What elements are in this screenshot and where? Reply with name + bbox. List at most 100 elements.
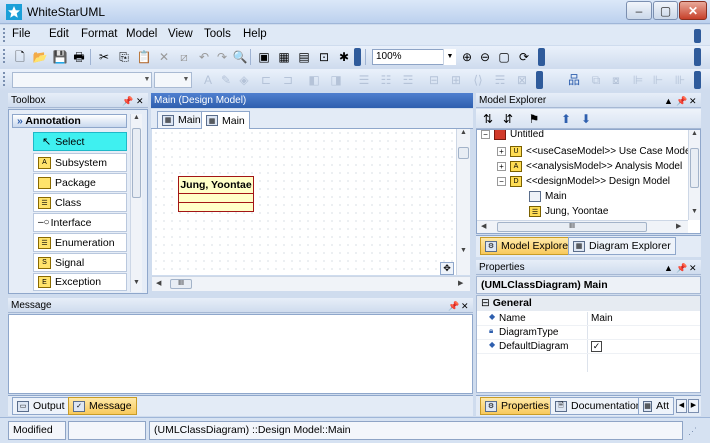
resize-grip-icon[interactable]: ⋰ (688, 426, 697, 437)
chevron-down-icon[interactable]: ▼ (180, 72, 192, 88)
menu-tools[interactable]: Tools (204, 28, 231, 40)
open-folder-icon[interactable]: 📂 (32, 49, 48, 65)
scroll-thumb[interactable] (132, 128, 141, 198)
unknown-icon[interactable]: ⧄ (176, 49, 192, 65)
pin-icon[interactable]: 📌 (676, 261, 687, 276)
tree-hscrollbar[interactable]: ◀ III ▶ (477, 220, 688, 233)
layout-icon[interactable]: ⊫ (630, 72, 646, 88)
tab-main-2[interactable]: ▦ Main (201, 111, 250, 129)
tree-item-design-model[interactable]: − D <<designModel>> Design Model (497, 174, 670, 189)
scroll-left-icon[interactable]: ◀ (481, 222, 486, 230)
diagram-settings-icon[interactable]: ▤ (296, 49, 312, 65)
tree-item-class[interactable]: ☰ Jung, Yoontae (529, 204, 608, 219)
font-combobox[interactable] (12, 72, 152, 88)
toolbar-end[interactable] (354, 48, 361, 66)
new-file-icon[interactable]: 🗋 (12, 49, 28, 65)
layout-icon[interactable]: ⊠ (514, 72, 530, 88)
diagram-icon[interactable]: ▦ (276, 49, 292, 65)
title-bar[interactable]: WhiteStarUML – ▢ ✕ (0, 0, 710, 24)
scroll-thumb[interactable]: III (170, 279, 192, 289)
property-row-name[interactable]: ◆ Name Main (477, 312, 700, 326)
toolbar-overflow[interactable] (694, 71, 701, 89)
zoom-out-icon[interactable]: ⊖ (477, 49, 493, 65)
menu-edit[interactable]: Edit (49, 28, 69, 40)
zoom-in-icon[interactable]: ⊕ (459, 49, 475, 65)
tab-model-explorer[interactable]: ⚙ Model Explorer (480, 237, 577, 255)
menu-grip[interactable] (3, 28, 6, 42)
cut-icon[interactable]: ✂ (96, 49, 112, 65)
sort-asc-icon[interactable]: ⇅ (480, 111, 496, 127)
layout-icon[interactable]: ⧇ (608, 72, 624, 88)
scroll-left-icon[interactable]: ◀ (676, 399, 687, 413)
toolbar-end[interactable] (538, 48, 545, 66)
layout-icon[interactable]: ⊩ (650, 72, 666, 88)
tool-interface[interactable]: –○ Interface (33, 213, 127, 232)
tool-exception[interactable]: E Exception (33, 273, 127, 291)
scroll-down-icon[interactable]: ▼ (691, 208, 698, 215)
layout-icon[interactable]: ⟨⟩ (470, 72, 486, 88)
move-up-icon[interactable]: ⬆ (558, 111, 574, 127)
menubar-overflow[interactable] (694, 29, 701, 43)
toolbox-scrollbar[interactable]: ▲ ▼ (130, 114, 142, 292)
expand-icon[interactable]: + (497, 162, 506, 171)
layout-icon[interactable]: ☰ (356, 72, 372, 88)
scroll-left-icon[interactable]: ◀ (156, 279, 161, 287)
save-icon[interactable]: 💾 (52, 49, 68, 65)
close-icon[interactable]: ✕ (689, 261, 697, 276)
tool-enumeration[interactable]: ☰ Enumeration (33, 233, 127, 252)
tool-subsystem[interactable]: A Subsystem (33, 153, 127, 172)
align-icon[interactable]: ◨ (328, 72, 344, 88)
tab-output[interactable]: ▭ Output (12, 397, 70, 415)
toolbar-end[interactable] (536, 71, 543, 89)
property-row-diagramtype[interactable]: 🔒︎ DiagramType (477, 326, 700, 340)
delete-icon[interactable]: ✕ (156, 49, 172, 65)
menu-format[interactable]: Format (81, 28, 117, 40)
close-icon[interactable]: ✕ (461, 299, 469, 314)
add-diagram-icon[interactable]: ▣ (256, 49, 272, 65)
font-icon[interactable]: A (200, 72, 216, 88)
tab-main-1[interactable]: ▦ Main (157, 111, 206, 128)
layout-icon[interactable]: ☲ (400, 72, 416, 88)
sort-desc-icon[interactable]: ⇵ (500, 111, 516, 127)
chevron-up-icon[interactable]: ▲ (664, 261, 673, 276)
tool-class[interactable]: ☰ Class (33, 193, 127, 212)
fill-icon[interactable]: ◈ (236, 72, 252, 88)
layout-icon[interactable]: ⊟ (426, 72, 442, 88)
pen-icon[interactable]: ✎ (218, 72, 234, 88)
toolbox-category-annotation[interactable]: » Annotation (12, 114, 127, 128)
scroll-up-icon[interactable]: ▲ (131, 114, 142, 121)
tool-package[interactable]: Package (33, 173, 127, 192)
layout-icon[interactable]: ⊞ (448, 72, 464, 88)
tab-attachments[interactable]: ▦ Att (638, 397, 674, 415)
tree-item-main-diagram[interactable]: Main (529, 189, 567, 204)
scroll-down-icon[interactable]: ▼ (460, 247, 467, 254)
toolbar-grip[interactable] (3, 72, 6, 86)
default-diagram-checkbox[interactable]: ✓ (591, 341, 602, 352)
line-style-icon[interactable]: ⊏ (258, 72, 274, 88)
tab-documentation[interactable]: 🗎 Documentation (550, 397, 647, 415)
tab-diagram-explorer[interactable]: ▦ Diagram Explorer (568, 237, 676, 255)
toolbar-overflow[interactable] (694, 48, 701, 66)
scroll-thumb[interactable] (458, 147, 469, 159)
move-down-icon[interactable]: ⬇ (578, 111, 594, 127)
filter-icon[interactable]: ⚑ (526, 111, 542, 127)
chevron-up-icon[interactable]: ▲ (664, 94, 673, 109)
maximize-button[interactable]: ▢ (653, 1, 678, 20)
scroll-up-icon[interactable]: ▲ (457, 129, 470, 136)
uml-class-box[interactable]: Jung, Yoontae (178, 176, 254, 212)
scroll-right-icon[interactable]: ▶ (458, 279, 463, 287)
paste-icon[interactable]: 📋 (136, 49, 152, 65)
scroll-thumb[interactable]: III (497, 222, 647, 232)
zoom-fit-icon[interactable]: ▢ (496, 49, 512, 65)
menu-file[interactable]: File (12, 28, 31, 40)
scroll-thumb[interactable] (690, 148, 699, 188)
layout-icon[interactable]: ⧉ (588, 72, 604, 88)
property-row-defaultdiagram[interactable]: ◆ DefaultDiagram ✓ (477, 340, 700, 354)
editor-vscrollbar[interactable]: ▲ ▼ (456, 129, 470, 275)
layout-icon[interactable]: ☷ (378, 72, 394, 88)
tree-vscrollbar[interactable]: ▲ ▼ (688, 130, 700, 220)
layout-icon[interactable]: ☴ (492, 72, 508, 88)
menu-help[interactable]: Help (243, 28, 267, 40)
property-value[interactable]: Main (591, 313, 613, 324)
minimize-button[interactable]: – (626, 1, 652, 20)
